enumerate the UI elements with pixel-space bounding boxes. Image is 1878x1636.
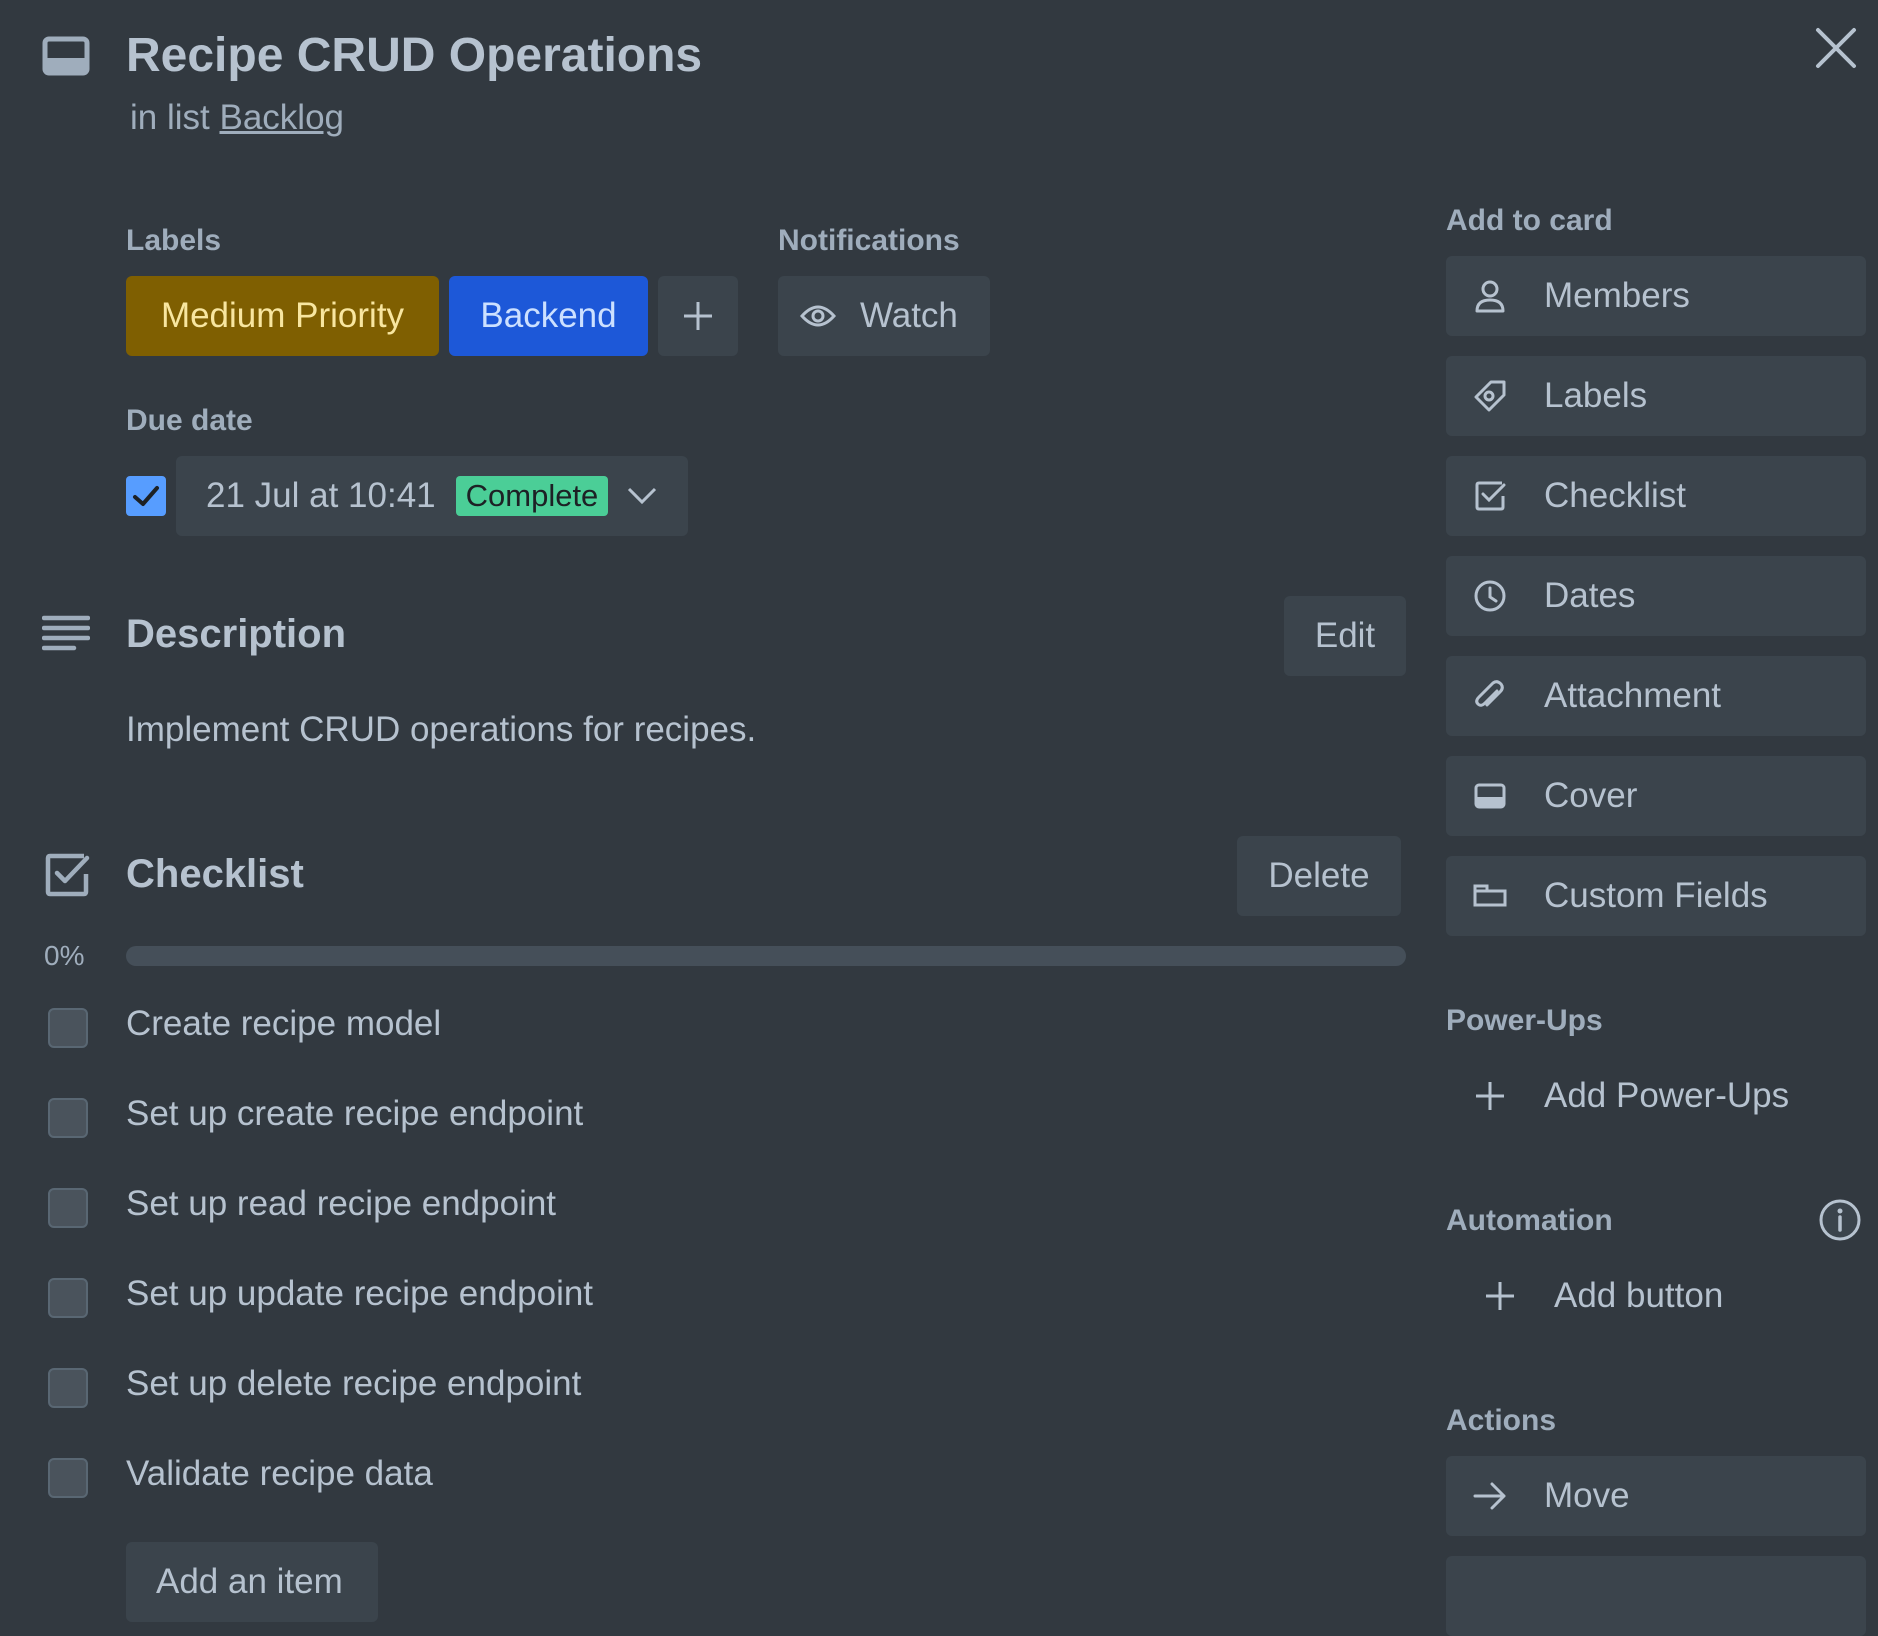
checklist-item-checkbox[interactable] — [48, 1098, 88, 1138]
plus-icon — [1480, 1276, 1520, 1316]
chevron-down-icon — [626, 486, 658, 506]
checklist-item-text[interactable]: Set up update recipe endpoint — [126, 1274, 593, 1314]
checklist-item-text[interactable]: Set up read recipe endpoint — [126, 1184, 556, 1224]
checklist-item-checkbox[interactable] — [48, 1188, 88, 1228]
list-link[interactable]: Backlog — [219, 98, 344, 137]
checklist-progress-percent: 0% — [44, 940, 85, 971]
move-button[interactable]: Move — [1446, 1456, 1866, 1536]
description-icon — [42, 614, 90, 656]
notifications-heading: Notifications — [778, 224, 960, 257]
add-to-card-heading: Add to card — [1446, 204, 1613, 237]
checklist-item-checkbox[interactable] — [48, 1278, 88, 1318]
checklist-icon — [44, 852, 90, 898]
checklist-heading: Checklist — [126, 852, 304, 896]
add-automation-button[interactable]: Add button — [1480, 1276, 1723, 1316]
automation-heading: Automation — [1446, 1204, 1613, 1237]
custom-fields-label: Custom Fields — [1544, 876, 1768, 915]
move-label: Move — [1544, 1476, 1630, 1515]
members-button[interactable]: Members — [1446, 256, 1866, 336]
add-label-button[interactable] — [658, 276, 738, 356]
description-heading: Description — [126, 612, 347, 656]
due-date-checkbox[interactable] — [126, 476, 166, 516]
checklist-item-checkbox[interactable] — [48, 1368, 88, 1408]
cover-button[interactable]: Cover — [1446, 756, 1866, 836]
watch-button[interactable]: Watch — [778, 276, 990, 356]
checklist-item-text[interactable]: Create recipe model — [126, 1004, 441, 1044]
add-button-label: Add button — [1554, 1276, 1724, 1315]
checkmark-icon — [133, 486, 159, 506]
delete-checklist-button[interactable]: Delete — [1237, 836, 1401, 916]
custom-fields-button[interactable]: Custom Fields — [1446, 856, 1866, 936]
clock-icon — [1470, 576, 1510, 616]
eye-icon — [800, 304, 836, 328]
paperclip-icon — [1470, 676, 1510, 716]
checklist-button[interactable]: Checklist — [1446, 456, 1866, 536]
checklist-item-text[interactable]: Validate recipe data — [126, 1454, 433, 1494]
description-text[interactable]: Implement CRUD operations for recipes. — [126, 710, 756, 750]
members-label: Members — [1544, 276, 1690, 315]
checklist-item-text[interactable]: Set up create recipe endpoint — [126, 1094, 583, 1134]
copy-button[interactable] — [1446, 1556, 1866, 1636]
labels-button[interactable]: Labels — [1446, 356, 1866, 436]
checklist-item-text[interactable]: Set up delete recipe endpoint — [126, 1364, 581, 1404]
checklist-item-checkbox[interactable] — [48, 1458, 88, 1498]
plus-icon — [682, 300, 714, 332]
due-date-value: 21 Jul at 10:41 — [206, 476, 436, 515]
add-powerups-label: Add Power-Ups — [1544, 1076, 1790, 1115]
checklist-progress-bar — [126, 946, 1406, 966]
labels-heading: Labels — [126, 224, 222, 257]
add-powerups-button[interactable]: Add Power-Ups — [1470, 1076, 1789, 1116]
actions-heading: Actions — [1446, 1404, 1557, 1437]
card-title[interactable]: Recipe CRUD Operations — [126, 24, 702, 88]
cover-label: Cover — [1544, 776, 1638, 815]
due-date-heading: Due date — [126, 404, 253, 437]
list-info: in list Backlog — [130, 98, 344, 138]
info-icon[interactable] — [1818, 1198, 1862, 1242]
attachment-button[interactable]: Attachment — [1446, 656, 1866, 736]
checklist-label: Checklist — [1544, 476, 1686, 515]
plus-icon — [1470, 1076, 1510, 1116]
attachment-label: Attachment — [1544, 676, 1722, 715]
due-status-badge: Complete — [455, 476, 609, 516]
add-checklist-item-button[interactable]: Add an item — [126, 1542, 378, 1622]
due-date-button[interactable]: 21 Jul at 10:41 Complete — [176, 456, 688, 536]
checklist-icon — [1470, 476, 1510, 516]
powerups-heading: Power-Ups — [1446, 1004, 1603, 1037]
edit-description-button[interactable]: Edit — [1284, 596, 1406, 676]
checklist-item-checkbox[interactable] — [48, 1008, 88, 1048]
label-medium-priority[interactable]: Medium Priority — [126, 276, 439, 356]
dates-label: Dates — [1544, 576, 1636, 615]
custom-fields-icon — [1470, 876, 1510, 916]
cover-icon — [1470, 776, 1510, 816]
close-icon[interactable] — [1810, 22, 1862, 74]
list-prefix: in list — [130, 98, 210, 137]
labels-label: Labels — [1544, 376, 1648, 415]
watch-label: Watch — [860, 296, 958, 335]
tag-icon — [1470, 376, 1510, 416]
dates-button[interactable]: Dates — [1446, 556, 1866, 636]
person-icon — [1470, 276, 1510, 316]
arrow-right-icon — [1470, 1476, 1510, 1516]
label-backend[interactable]: Backend — [449, 276, 648, 356]
card-icon — [42, 36, 90, 76]
